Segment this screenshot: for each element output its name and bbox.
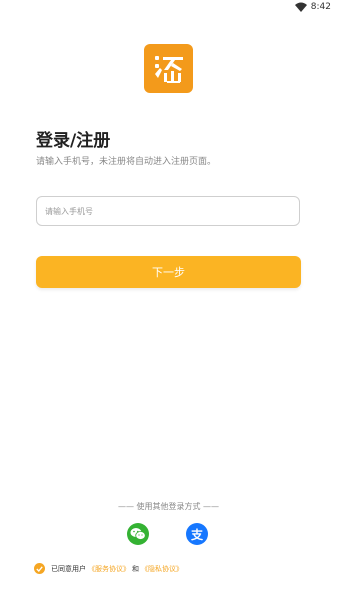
alipay-login-button[interactable]: 支	[186, 523, 208, 545]
page-title: 登录/注册	[36, 131, 111, 151]
agreement-prefix: 已同意用户	[51, 564, 86, 573]
checkmark-icon	[36, 565, 43, 572]
wechat-login-button[interactable]	[127, 523, 149, 545]
next-button-label: 下一步	[152, 266, 185, 279]
page-subtitle: 请输入手机号，未注册将自动进入注册页面。	[36, 157, 217, 167]
phone-input[interactable]	[36, 196, 300, 226]
alipay-icon: 支	[190, 527, 203, 542]
agreement-and: 和	[132, 564, 139, 573]
status-bar: 8:42	[0, 0, 337, 16]
wechat-icon	[130, 528, 146, 540]
agreement-row: 已同意用户 《服务协议》 和 《隐私协议》	[34, 563, 185, 574]
privacy-agreement-link[interactable]: 《隐私协议》	[141, 564, 183, 574]
app-logo-icon	[154, 55, 183, 83]
service-agreement-link[interactable]: 《服务协议》	[88, 564, 130, 574]
status-right: 8:42	[294, 2, 331, 12]
app-logo	[144, 44, 193, 93]
agree-checkbox[interactable]	[34, 563, 45, 574]
other-login-label: —— 使用其他登录方式 ——	[117, 502, 220, 511]
next-button[interactable]: 下一步	[36, 256, 301, 288]
status-time: 8:42	[310, 2, 331, 12]
wifi-icon	[294, 2, 307, 12]
